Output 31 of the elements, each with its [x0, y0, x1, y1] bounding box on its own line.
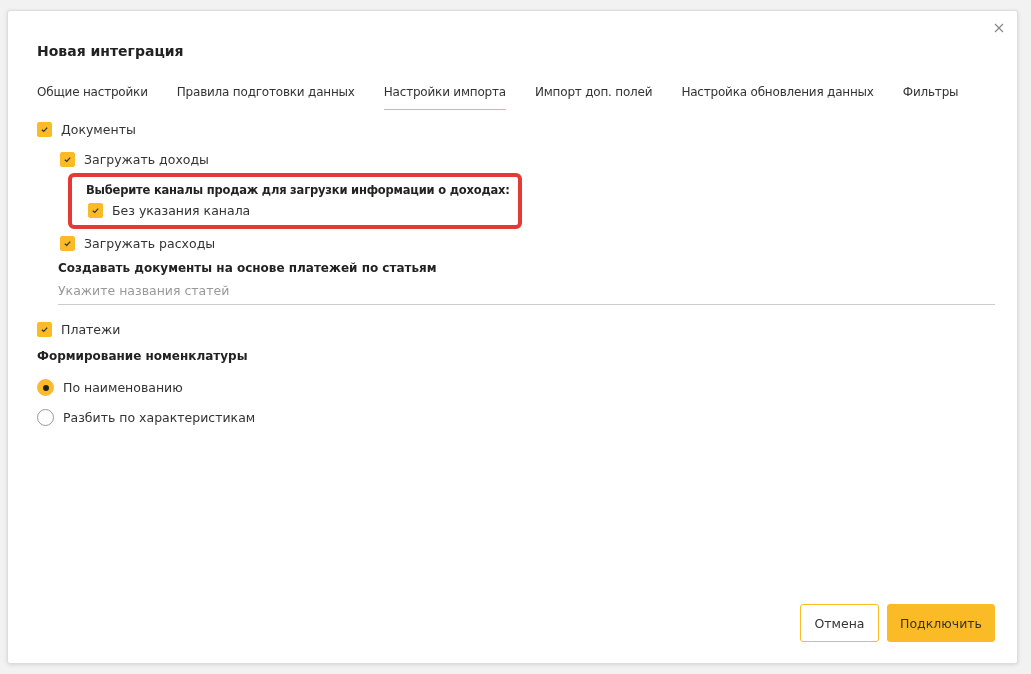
check-icon: [91, 206, 100, 215]
checkbox-label: Загружать доходы: [84, 152, 209, 167]
section-heading: Формирование номенклатуры: [37, 349, 249, 363]
check-icon: [63, 239, 72, 248]
checkbox-label: Платежи: [61, 322, 121, 337]
cancel-button[interactable]: Отмена: [800, 604, 879, 642]
group-heading: Выберите каналы продаж для загрузки информации о доходах:: [86, 183, 510, 197]
tab[interactable]: Импорт доп. полей: [534, 85, 653, 110]
radio-button[interactable]: [37, 379, 54, 396]
tab[interactable]: Настройка обновления данных: [681, 85, 874, 110]
connect-button[interactable]: Подключить: [887, 604, 995, 642]
checkbox[interactable]: [60, 152, 75, 167]
checkbox[interactable]: [60, 236, 75, 251]
checkbox-label: Загружать расходы: [84, 236, 216, 251]
field-label: Создавать документы на основе платежей по статьям: [58, 261, 438, 275]
checkbox[interactable]: [37, 322, 52, 337]
close-icon[interactable]: [994, 23, 1004, 33]
checkbox-label: Без указания канала: [112, 203, 251, 218]
tab[interactable]: Общие настройки: [37, 85, 148, 110]
check-icon: [40, 325, 49, 334]
radio-label: Разбить по характеристикам: [63, 410, 256, 425]
tab[interactable]: Правила подготовки данных: [176, 85, 355, 110]
radio-label: По наименованию: [63, 380, 183, 395]
checkbox-label: Документы: [61, 122, 136, 137]
tab[interactable]: Фильтры: [902, 85, 959, 110]
dialog-title: Новая интеграция: [37, 43, 185, 59]
tab[interactable]: Настройки импорта: [383, 85, 506, 110]
checkbox[interactable]: [37, 122, 52, 137]
check-icon: [40, 125, 49, 134]
check-icon: [63, 155, 72, 164]
checkbox[interactable]: [88, 203, 103, 218]
